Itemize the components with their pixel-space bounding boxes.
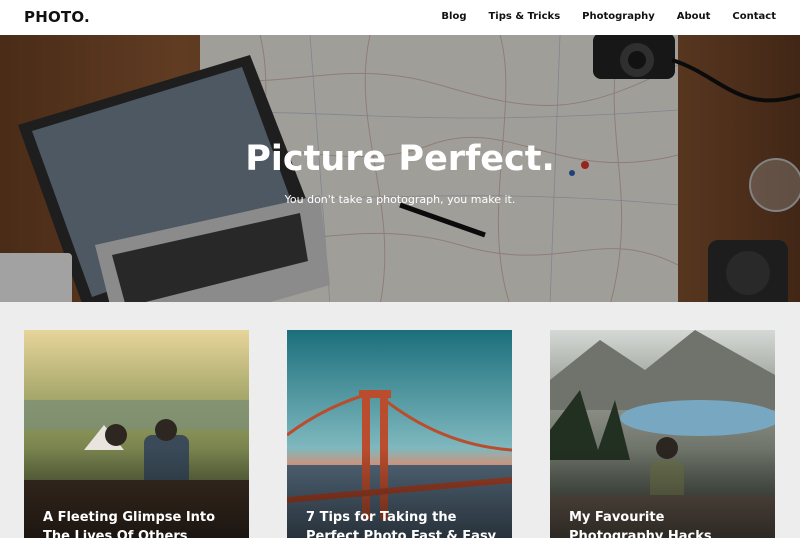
post-title[interactable]: A Fleeting Glimpse Into The Lives Of Oth… xyxy=(43,508,237,538)
nav-link-contact[interactable]: Contact xyxy=(732,11,776,22)
site-header: PHOTO. Blog Tips & Tricks Photography Ab… xyxy=(0,0,800,35)
post-card-photography-hacks[interactable]: My Favourite Photography Hacks xyxy=(550,330,775,538)
hero-title: Picture Perfect. xyxy=(245,139,555,179)
nav-link-tips-tricks[interactable]: Tips & Tricks xyxy=(488,11,560,22)
post-card-7-tips[interactable]: 7 Tips for Taking the Perfect Photo Fast… xyxy=(287,330,512,538)
site-logo[interactable]: PHOTO. xyxy=(24,8,90,26)
card-gradient xyxy=(24,330,249,538)
card-gradient xyxy=(287,330,512,538)
hero-subtitle: You don't take a photograph, you make it… xyxy=(284,193,516,206)
post-cards: A Fleeting Glimpse Into The Lives Of Oth… xyxy=(0,302,800,538)
nav-link-photography[interactable]: Photography xyxy=(582,11,655,22)
post-title[interactable]: My Favourite Photography Hacks xyxy=(569,508,763,538)
post-card-fleeting-glimpse[interactable]: A Fleeting Glimpse Into The Lives Of Oth… xyxy=(24,330,249,538)
nav-link-blog[interactable]: Blog xyxy=(441,11,466,22)
nav-link-about[interactable]: About xyxy=(677,11,711,22)
card-gradient xyxy=(550,330,775,538)
main-nav: Blog Tips & Tricks Photography About Con… xyxy=(419,11,776,22)
hero-banner: Picture Perfect. You don't take a photog… xyxy=(0,35,800,302)
post-title[interactable]: 7 Tips for Taking the Perfect Photo Fast… xyxy=(306,508,500,538)
